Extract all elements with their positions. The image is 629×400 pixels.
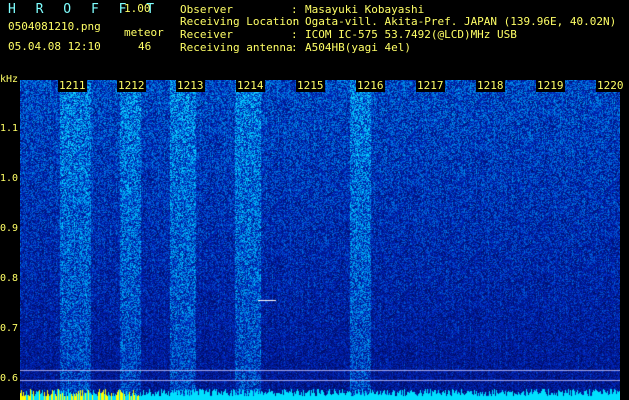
receiver-value: ICOM IC-575 53.7492(@LCD)MHz USB (305, 28, 517, 41)
meteor-count: 46 (138, 40, 152, 53)
location-label: Receiving Location (180, 15, 300, 28)
location-separator: : (291, 15, 298, 28)
time-tick-1214: 1214 (236, 79, 265, 92)
receiver-separator: : (291, 28, 298, 41)
time-tick-1211: 1211 (58, 79, 87, 92)
time-tick-1219: 1219 (536, 79, 565, 92)
time-tick-1215: 1215 (296, 79, 325, 92)
time-axis: 1211 1212 1213 1214 1215 1216 1217 1218 … (20, 79, 625, 94)
meteor-label: meteor (124, 26, 164, 39)
y-tick-0-9: 0.9 (0, 223, 19, 234)
antenna-separator: : (291, 41, 298, 54)
time-tick-1217: 1217 (416, 79, 445, 92)
app-version: 1.00 (124, 2, 151, 15)
y-tick-0-8: 0.8 (0, 273, 19, 284)
y-tick-0-7: 0.7 (0, 323, 19, 334)
capture-datetime: 05.04.08 12:10 (8, 40, 101, 53)
y-axis-unit: kHz (0, 74, 19, 85)
time-tick-1220: 1220 (596, 79, 625, 92)
time-tick-1212: 1212 (117, 79, 146, 92)
y-tick-1-0: 1.0 (0, 173, 19, 184)
location-value: Ogata-vill. Akita-Pref. JAPAN (139.96E, … (305, 15, 617, 28)
file-name: 0504081210.png (8, 20, 101, 33)
time-tick-1218: 1218 (476, 79, 505, 92)
y-tick-1-1: 1.1 (0, 123, 19, 134)
antenna-label: Receiving antenna (180, 41, 293, 54)
receiver-label: Receiver (180, 28, 233, 41)
time-tick-1216: 1216 (356, 79, 385, 92)
antenna-value: A504HB(yagi 4el) (305, 41, 411, 54)
y-tick-0-6: 0.6 (0, 373, 19, 384)
spectrogram-canvas (20, 80, 620, 400)
time-tick-1213: 1213 (176, 79, 205, 92)
